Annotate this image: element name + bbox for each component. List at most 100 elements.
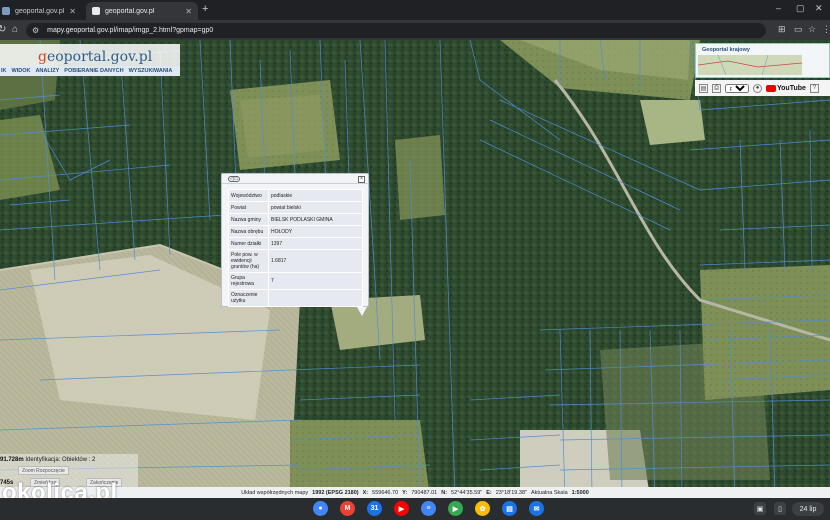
- gmail-app-icon[interactable]: M: [340, 501, 355, 516]
- attribute-value: 7: [268, 272, 363, 290]
- phone-hub-icon[interactable]: ▯: [774, 502, 786, 515]
- files-app-icon[interactable]: ▤: [502, 501, 517, 516]
- map-canvas[interactable]: geoportal.gov.pl IK WIDOK ANALIZY POBIER…: [0, 40, 830, 498]
- menu-icon[interactable]: ⋮: [822, 24, 830, 35]
- map-tools: ▤ ⎙ pol ● YouTube ?: [695, 80, 830, 96]
- orthophoto-map[interactable]: [0, 40, 830, 498]
- table-row: Nazwa obrębu HOŁODY: [228, 225, 363, 238]
- screen-capture-icon[interactable]: ▣: [754, 502, 766, 515]
- n-value: 52°44'35.59": [451, 489, 483, 496]
- y-label: Y:: [402, 489, 408, 496]
- minimize-icon[interactable]: –: [776, 3, 781, 13]
- attribute-value: BIELSK PODLASKI GMINA: [268, 213, 363, 226]
- attribute-key: Pole pow. w ewidencji gruntów (ha): [228, 249, 269, 273]
- coord-system-label: Układ współrzędnych mapy: [241, 489, 309, 496]
- attribute-key: Nazwa gminy: [228, 213, 269, 226]
- favicon-icon: [92, 7, 100, 15]
- watermark: okolica.pl: [2, 479, 118, 498]
- attribute-value: HOŁODY: [268, 225, 363, 238]
- table-row: Oznaczenie użytku: [228, 289, 363, 307]
- scale-label: Aktualna Skala: [530, 489, 568, 496]
- attribute-value: podlaskie: [268, 189, 363, 202]
- scale-value: 1:5000: [571, 489, 589, 496]
- attribute-key: Województwo: [228, 189, 269, 202]
- close-tab-icon[interactable]: ✕: [69, 7, 76, 16]
- parcel-attribute-table: Województwo podlaskie Powiat powiat bielski…: [228, 189, 363, 307]
- play-app-icon[interactable]: ▶: [448, 501, 463, 516]
- attribute-key: Oznaczenie użytku: [228, 289, 269, 307]
- overview-map-panel[interactable]: Geoportal krajowy: [695, 43, 830, 78]
- chrome-app-icon[interactable]: ●: [313, 501, 328, 516]
- os-shelf: ▣ ▯ 24 lip ● M 31 ▶ ≡ ▶ ✿ ▤ ✉: [0, 498, 830, 520]
- e-value: 23°18'19.38": [495, 489, 527, 496]
- status-line: 91.728m Identyfikacja: Obiektów : 2: [0, 457, 96, 463]
- menu-item-widok[interactable]: WIDOK: [12, 68, 31, 74]
- globe-icon[interactable]: ●: [753, 83, 762, 93]
- main-menu: IK WIDOK ANALIZY POBIERANIE DANYCH WYSZU…: [0, 66, 180, 76]
- date-tray[interactable]: 24 lip: [792, 502, 824, 516]
- site-info-icon[interactable]: ⚙: [32, 26, 39, 35]
- tab-title: geoportal.gov.pl: [105, 7, 155, 15]
- document-icon[interactable]: ▤: [699, 83, 708, 93]
- attribute-key: Grupa rejestrowa: [228, 272, 269, 290]
- tab-geoportal-main[interactable]: geoportal.gov.pl – Geoportal I ✕: [0, 2, 82, 20]
- table-row: Nazwa gminy BIELSK PODLASKI GMINA: [228, 213, 363, 226]
- close-tab-icon[interactable]: ✕: [185, 7, 192, 16]
- back-icon[interactable]: ◁▭: [228, 176, 240, 182]
- tab-geoportal-map[interactable]: geoportal.gov.pl ✕: [86, 2, 198, 20]
- calendar-app-icon[interactable]: 31: [367, 501, 382, 516]
- messages-app-icon[interactable]: ✉: [529, 501, 544, 516]
- e-label: E:: [486, 489, 492, 496]
- help-icon[interactable]: ?: [809, 83, 819, 93]
- close-popup-icon[interactable]: ×: [358, 176, 365, 183]
- maximize-icon[interactable]: ▢: [796, 3, 805, 14]
- attribute-value: 1397: [268, 237, 363, 250]
- photos-app-icon[interactable]: ✿: [475, 501, 490, 516]
- cast-icon[interactable]: ▭: [794, 24, 803, 35]
- coordinate-bar: Układ współrzędnych mapy 1992 (EPSG 2180…: [0, 487, 830, 498]
- attribute-key: Powiat: [228, 201, 269, 214]
- popup-header: ◁▭ ×: [222, 174, 368, 184]
- table-row: Powiat powiat bielski: [228, 201, 363, 214]
- menu-item-ik[interactable]: IK: [1, 68, 7, 74]
- url-text: mapy.geoportal.gov.pl/imap/imgp_2.html?g…: [47, 27, 214, 34]
- popup-pointer: [357, 307, 367, 316]
- reload-icon[interactable]: ↻: [0, 24, 6, 35]
- x-value: 559646.70: [372, 489, 399, 496]
- overview-minimap[interactable]: [697, 54, 803, 76]
- close-window-icon[interactable]: ✕: [815, 3, 823, 14]
- language-select[interactable]: pol: [725, 83, 749, 93]
- y-value: 790487.01: [411, 489, 438, 496]
- table-row: Województwo podlaskie: [228, 189, 363, 202]
- favicon-icon: [2, 7, 10, 15]
- menu-item-analizy[interactable]: ANALIZY: [35, 68, 59, 74]
- overview-label: Geoportal krajowy: [702, 47, 750, 53]
- address-bar[interactable]: ⚙ mapy.geoportal.gov.pl/imap/imgp_2.html…: [26, 23, 766, 38]
- n-label: N:: [441, 489, 448, 496]
- bookmark-icon[interactable]: ☆: [808, 24, 816, 35]
- geoportal-logo[interactable]: geoportal.gov.pl: [38, 49, 152, 65]
- home-icon[interactable]: ⌂: [12, 24, 18, 35]
- new-tab-icon[interactable]: +: [202, 3, 208, 15]
- print-icon[interactable]: ⎙: [712, 83, 721, 93]
- youtube-link[interactable]: YouTube: [766, 84, 806, 92]
- attribute-key: Nazwa obrębu: [228, 225, 269, 238]
- screen: geoportal.gov.pl – Geoportal I ✕ geoport…: [0, 0, 830, 520]
- youtube-app-icon[interactable]: ▶: [394, 501, 409, 516]
- attribute-value: [268, 289, 363, 307]
- attribute-value: 1.6817: [268, 249, 363, 273]
- table-row: Numer działki 1397: [228, 237, 363, 250]
- coord-system-value: 1992 (EPSG 2180): [312, 489, 359, 496]
- menu-item-wyszukiwania[interactable]: WYSZUKIWANIA: [129, 68, 173, 74]
- zoom-start-button[interactable]: Zoom Rozpoczęcie: [18, 466, 69, 475]
- menu-item-pobieranie-danych[interactable]: POBIERANIE DANYCH: [64, 68, 123, 74]
- docs-app-icon[interactable]: ≡: [421, 501, 436, 516]
- tab-title: geoportal.gov.pl – Geoportal I: [15, 7, 66, 15]
- table-row: Grupa rejestrowa 7: [228, 272, 363, 290]
- attribute-key: Numer działki: [228, 237, 269, 250]
- browser-tab-strip: geoportal.gov.pl – Geoportal I ✕ geoport…: [0, 0, 830, 20]
- x-label: X:: [362, 489, 369, 496]
- translate-icon[interactable]: ⊞: [778, 24, 786, 35]
- geoportal-header: geoportal.gov.pl: [0, 44, 180, 66]
- parcel-info-popup: ◁▭ × Województwo podlaskie Powiat powiat bi…: [221, 173, 369, 307]
